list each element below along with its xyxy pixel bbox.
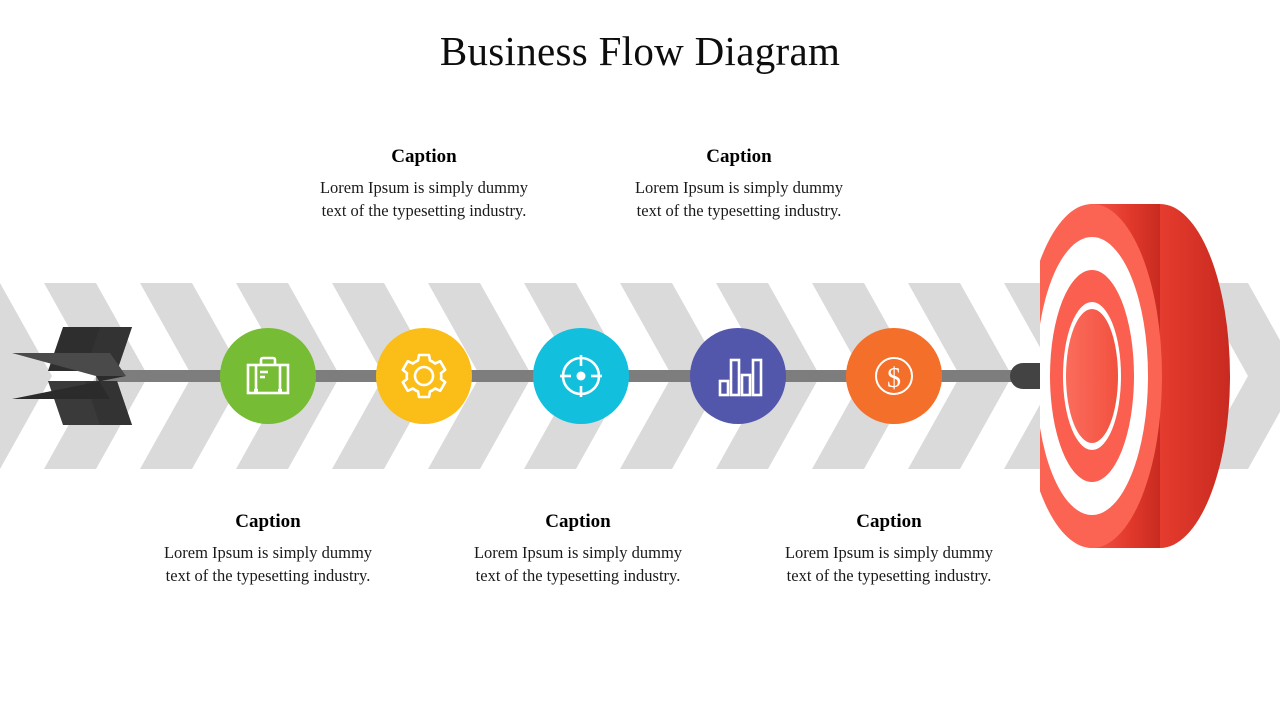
caption-title: Caption (391, 146, 457, 167)
caption-top-2: Caption Lorem Ipsum is simply dummy text… (624, 146, 854, 222)
flow-node-gear[interactable] (376, 328, 472, 424)
flow-node-crosshair[interactable] (533, 328, 629, 424)
caption-title: Caption (545, 511, 611, 532)
flow-node-briefcase[interactable] (220, 328, 316, 424)
caption-title: Caption (235, 511, 301, 532)
caption-bottom-2: Caption Lorem Ipsum is simply dummy text… (463, 511, 693, 587)
caption-body: Lorem Ipsum is simply dummy text of the … (319, 177, 529, 220)
caption-bottom-1: Caption Lorem Ipsum is simply dummy text… (153, 511, 383, 587)
caption-body: Lorem Ipsum is simply dummy text of the … (784, 542, 994, 585)
dartboard-target-icon (1040, 188, 1255, 563)
caption-body: Lorem Ipsum is simply dummy text of the … (634, 177, 844, 220)
briefcase-icon (241, 349, 295, 403)
gear-icon (397, 349, 451, 403)
caption-body: Lorem Ipsum is simply dummy text of the … (163, 542, 373, 585)
flow-node-bar-chart[interactable] (690, 328, 786, 424)
caption-title: Caption (856, 511, 922, 532)
crosshair-target-icon (554, 349, 608, 403)
bar-chart-icon (711, 349, 765, 403)
caption-bottom-3: Caption Lorem Ipsum is simply dummy text… (774, 511, 1004, 587)
dollar-coin-icon: $ (867, 349, 921, 403)
page-title: Business Flow Diagram (439, 28, 841, 74)
caption-title: Caption (706, 146, 772, 167)
caption-body: Lorem Ipsum is simply dummy text of the … (473, 542, 683, 585)
caption-top-1: Caption Lorem Ipsum is simply dummy text… (309, 146, 539, 222)
svg-text:$: $ (887, 363, 901, 394)
flow-node-dollar[interactable]: $ (846, 328, 942, 424)
slide-canvas: Business Flow Diagram $ Caption Lorem Ip… (0, 0, 1280, 720)
